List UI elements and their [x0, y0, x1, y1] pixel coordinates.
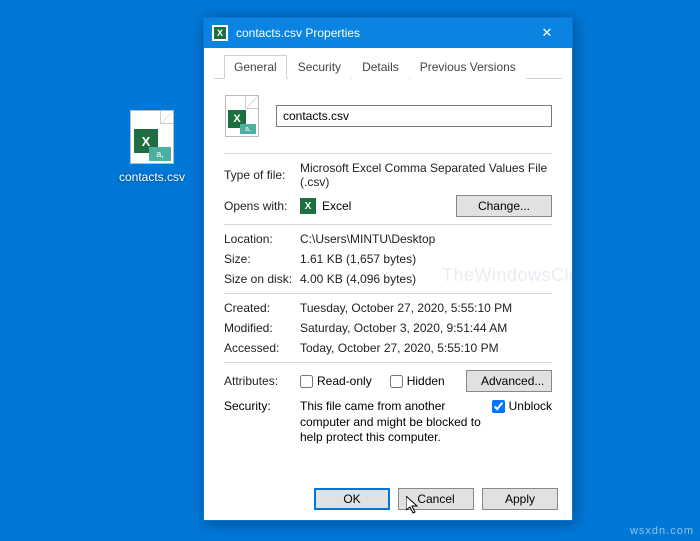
label-size: Size: [224, 252, 300, 266]
label-security: Security: [224, 399, 300, 413]
label-created: Created: [224, 301, 300, 315]
tab-strip: General Security Details Previous Versio… [214, 48, 562, 79]
advanced-button[interactable]: Advanced... [466, 370, 552, 392]
excel-app-icon: X [300, 198, 316, 214]
value-accessed: Today, October 27, 2020, 5:55:10 PM [300, 341, 552, 355]
value-size: 1.61 KB (1,657 bytes) [300, 252, 552, 266]
tab-security[interactable]: Security [288, 55, 351, 79]
close-button[interactable]: ✕ [530, 21, 564, 45]
value-created: Tuesday, October 27, 2020, 5:55:10 PM [300, 301, 552, 315]
properties-dialog: X contacts.csv Properties ✕ General Secu… [203, 17, 573, 521]
csv-file-icon: Xa, [128, 110, 176, 166]
dialog-title: contacts.csv Properties [236, 26, 530, 40]
change-button[interactable]: Change... [456, 195, 552, 217]
tab-content-general: TheWindowsClub Xa, Type of file: Microso… [204, 79, 572, 477]
value-sizeondisk: 4.00 KB (4,096 bytes) [300, 272, 552, 286]
value-location: C:\Users\MINTU\Desktop [300, 232, 552, 246]
desktop-file-label: contacts.csv [112, 170, 192, 184]
hidden-checkbox[interactable]: Hidden [390, 374, 445, 388]
label-typeoffile: Type of file: [224, 168, 300, 182]
apply-button[interactable]: Apply [482, 488, 558, 510]
dialog-footer: OK Cancel Apply [204, 477, 572, 521]
label-openswith: Opens with: [224, 199, 300, 213]
readonly-checkbox[interactable]: Read-only [300, 374, 372, 388]
tab-previous-versions[interactable]: Previous Versions [410, 55, 526, 79]
label-modified: Modified: [224, 321, 300, 335]
ok-button[interactable]: OK [314, 488, 390, 510]
file-type-icon: Xa, [224, 95, 260, 137]
filename-input[interactable] [276, 105, 552, 127]
value-typeoffile: Microsoft Excel Comma Separated Values F… [300, 161, 552, 189]
label-attributes: Attributes: [224, 374, 300, 388]
excel-file-icon: X [212, 25, 228, 41]
label-location: Location: [224, 232, 300, 246]
tab-details[interactable]: Details [352, 55, 409, 79]
security-description: This file came from another computer and… [300, 399, 492, 446]
desktop-file-contacts[interactable]: Xa, contacts.csv [112, 110, 192, 184]
titlebar[interactable]: X contacts.csv Properties ✕ [204, 18, 572, 48]
label-accessed: Accessed: [224, 341, 300, 355]
label-sizeondisk: Size on disk: [224, 272, 300, 286]
value-openswith: Excel [322, 199, 351, 213]
unblock-checkbox[interactable]: Unblock [492, 399, 552, 413]
site-watermark: wsxdn.com [630, 525, 694, 537]
value-modified: Saturday, October 3, 2020, 9:51:44 AM [300, 321, 552, 335]
cancel-button[interactable]: Cancel [398, 488, 474, 510]
tab-general[interactable]: General [224, 55, 287, 79]
